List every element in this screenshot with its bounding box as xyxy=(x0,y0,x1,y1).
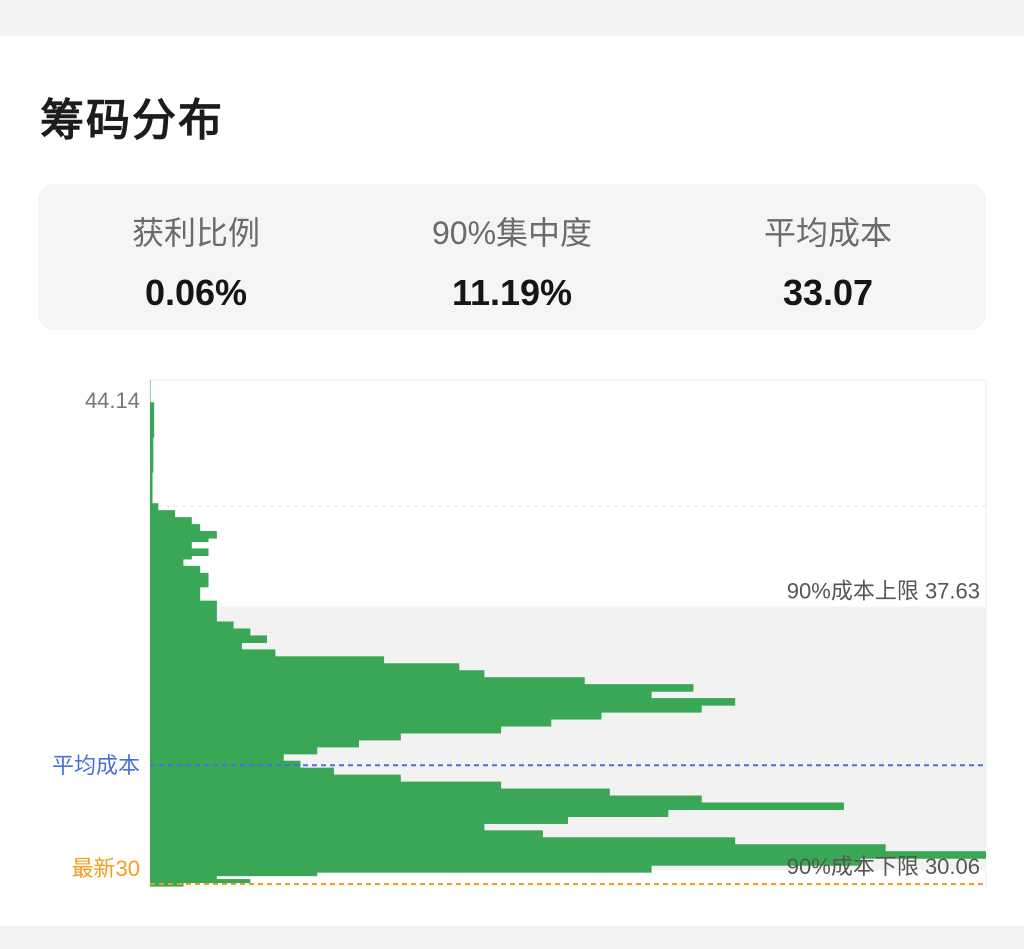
chip-bar xyxy=(150,809,669,817)
chip-bar xyxy=(150,879,251,884)
chip-bar xyxy=(150,572,209,581)
lower-bound-label: 90%成本下限 30.06 xyxy=(787,854,980,879)
chip-bar xyxy=(150,517,192,525)
chip-bar xyxy=(150,788,610,797)
chip-bar xyxy=(150,774,401,783)
y-axis-top-label: 44.14 xyxy=(85,388,140,413)
chip-bar xyxy=(150,593,201,602)
chip-bar xyxy=(150,781,502,790)
chip-bar xyxy=(150,705,702,713)
chip-bar xyxy=(150,437,154,473)
chip-bar xyxy=(150,858,861,866)
chip-bar xyxy=(150,558,184,567)
chip-bar xyxy=(150,642,242,650)
chip-bar xyxy=(150,600,217,612)
chip-bar xyxy=(150,823,485,831)
chip-bar xyxy=(150,684,694,692)
chip-bar xyxy=(150,628,251,637)
chip-bar xyxy=(150,503,159,511)
chip-bar xyxy=(150,802,844,811)
chip-bar xyxy=(150,753,284,762)
chip-bar xyxy=(150,816,568,824)
chip-bar xyxy=(150,548,209,556)
chip-bar xyxy=(150,541,192,550)
chip-bar xyxy=(150,380,151,403)
chip-bar xyxy=(150,611,217,623)
chip-bar xyxy=(150,649,276,657)
chip-bar xyxy=(150,725,502,734)
chip-bar xyxy=(150,402,155,438)
chip-bar xyxy=(150,555,192,560)
chip-bar xyxy=(150,746,318,755)
chip-bar xyxy=(150,844,886,852)
chip-bar xyxy=(150,795,702,804)
latest-price-label: 最新30 xyxy=(72,856,140,881)
average-cost-label: 平均成本 xyxy=(52,753,140,778)
upper-bound-label: 90%成本上限 37.63 xyxy=(787,579,980,604)
chip-bar xyxy=(150,635,268,643)
chip-bar xyxy=(150,524,201,532)
chip-bar xyxy=(150,732,401,741)
chip-bar xyxy=(150,531,217,539)
chip-bar xyxy=(150,711,602,720)
chip-bar xyxy=(150,767,334,776)
chip-bar xyxy=(150,510,176,518)
chip-bar xyxy=(150,837,736,845)
chip-bar xyxy=(150,872,318,877)
chip-bar xyxy=(150,739,359,748)
chip-bar xyxy=(150,656,385,664)
chip-bar xyxy=(150,718,552,727)
chip-bar xyxy=(150,621,234,630)
chip-bar xyxy=(150,830,543,838)
chip-bar xyxy=(150,537,209,543)
chip-bar xyxy=(150,670,485,678)
chip-bar xyxy=(150,663,460,671)
chip-bar xyxy=(150,565,201,574)
chip-bar xyxy=(150,875,217,880)
chip-bar xyxy=(150,471,153,504)
bottom-strip xyxy=(0,926,1024,949)
chip-bar xyxy=(150,677,585,685)
chip-bar xyxy=(150,698,736,706)
chip-bar xyxy=(150,586,201,595)
chip-distribution-chart: 44.14 平均成本 最新30 90%成本上限 37.63 90%成本下限 30… xyxy=(52,379,987,887)
chip-bar xyxy=(150,579,209,588)
chip-bar xyxy=(150,865,652,873)
chip-bar xyxy=(150,691,652,699)
